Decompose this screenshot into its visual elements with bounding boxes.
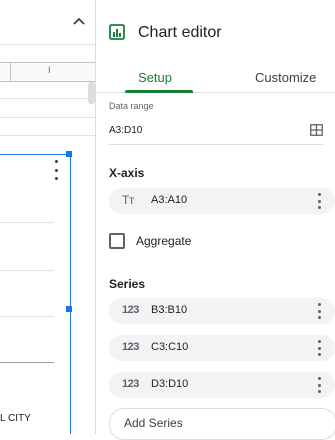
column-header[interactable]: I — [0, 62, 96, 82]
number-type-icon: 123 — [122, 341, 139, 353]
series-range-value: B3:B10 — [151, 304, 188, 316]
series-section-title: Series — [109, 277, 146, 291]
editor-tabs: Setup Customize — [96, 62, 335, 93]
series-range-value: C3:C10 — [151, 341, 189, 353]
dot — [317, 390, 321, 393]
dot — [54, 177, 58, 180]
dot — [317, 206, 321, 209]
series-chip-3[interactable]: 123 D3:D10 — [109, 372, 335, 398]
resize-handle-top-right[interactable] — [66, 151, 72, 157]
series-chip-2[interactable]: 123 C3:C10 — [109, 335, 335, 361]
x-axis-more-options-button[interactable] — [316, 193, 322, 209]
data-range-value: A3:D10 — [109, 125, 143, 136]
data-range-field[interactable]: A3:D10 — [109, 122, 323, 145]
dot — [317, 303, 321, 306]
number-type-icon: 123 — [122, 304, 139, 316]
column-divider — [10, 63, 11, 81]
embedded-chart-selection[interactable] — [0, 154, 71, 434]
dot — [317, 193, 321, 196]
series-more-options-button[interactable] — [316, 303, 322, 319]
dot — [317, 383, 321, 387]
chart-icon — [109, 24, 125, 40]
tab-customize[interactable]: Customize — [255, 70, 316, 85]
chevron-up-icon — [73, 17, 85, 25]
spreadsheet-area: I L CITY — [0, 0, 96, 434]
dot — [54, 160, 58, 163]
dot — [317, 316, 321, 319]
number-type-icon: 123 — [122, 378, 139, 390]
chart-editor-panel: Chart editor Setup Customize Data range … — [96, 0, 335, 440]
select-range-grid-icon[interactable] — [310, 124, 323, 136]
add-series-label: Add Series — [124, 416, 183, 430]
row-line — [0, 98, 96, 99]
dot — [317, 346, 321, 350]
x-axis-range-value: A3:A10 — [151, 194, 188, 206]
dot — [317, 199, 321, 203]
dot — [317, 353, 321, 356]
chart-menu-button[interactable] — [52, 160, 60, 180]
x-axis-range-chip[interactable]: Tт A3:A10 — [109, 188, 335, 214]
row-line — [0, 117, 96, 118]
text-type-icon: Tт — [122, 193, 134, 207]
series-more-options-button[interactable] — [316, 340, 322, 356]
dot — [317, 340, 321, 343]
dot — [54, 168, 58, 172]
dot — [317, 309, 321, 313]
chart-editor-title: Chart editor — [138, 24, 222, 41]
add-series-button[interactable]: Add Series — [109, 408, 335, 440]
tab-setup[interactable]: Setup — [138, 70, 172, 85]
active-tab-indicator — [125, 90, 193, 93]
cell-text: L CITY — [0, 413, 31, 424]
data-range-label: Data range — [109, 101, 154, 111]
vertical-scrollbar[interactable] — [88, 82, 95, 104]
series-chip-1[interactable]: 123 B3:B10 — [109, 298, 335, 324]
row-line — [0, 135, 96, 136]
sheet-toolbar — [0, 0, 96, 45]
aggregate-label: Aggregate — [136, 234, 192, 248]
aggregate-checkbox[interactable] — [109, 233, 125, 249]
x-axis-section-title: X-axis — [109, 166, 145, 180]
series-range-value: D3:D10 — [151, 378, 189, 390]
series-more-options-button[interactable] — [316, 377, 322, 393]
collapse-toolbar-button[interactable] — [70, 12, 88, 30]
dot — [317, 377, 321, 380]
chart-editor-header: Chart editor — [96, 0, 335, 62]
column-letter: I — [48, 65, 51, 75]
resize-handle-right[interactable] — [66, 306, 72, 312]
